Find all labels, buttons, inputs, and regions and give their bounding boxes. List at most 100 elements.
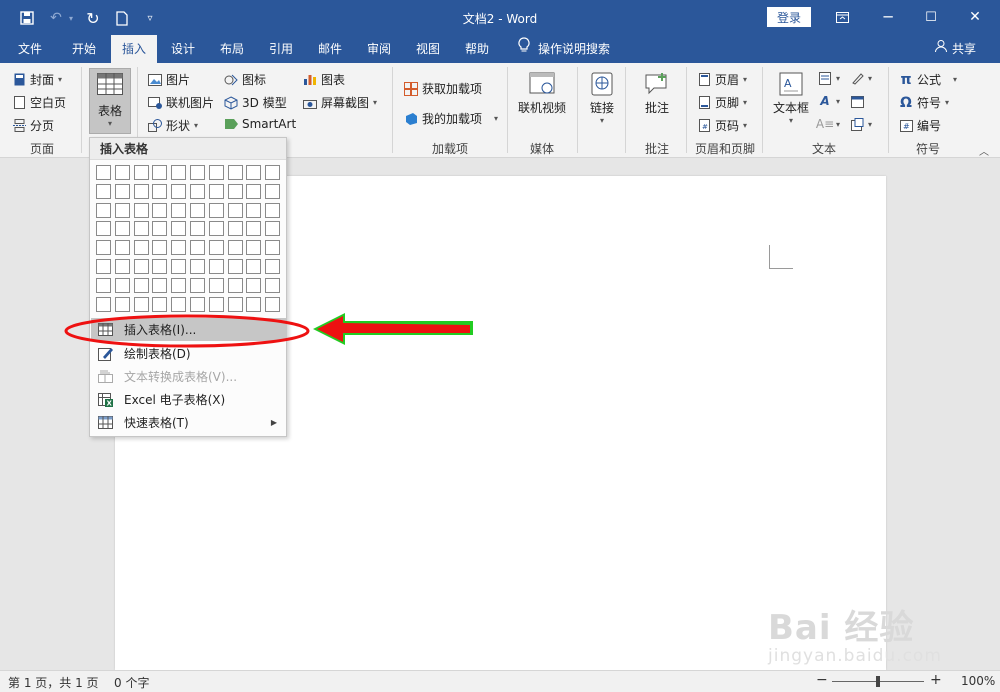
grid-cell[interactable]	[171, 259, 187, 274]
grid-cell[interactable]	[133, 277, 149, 293]
grid-cell[interactable]	[265, 183, 281, 199]
page-break-button[interactable]: 分页	[12, 117, 54, 134]
grid-cell[interactable]	[96, 240, 111, 256]
grid-cell[interactable]	[227, 221, 243, 237]
number-button[interactable]: # 编号	[899, 117, 941, 134]
grid-cell[interactable]	[171, 277, 187, 293]
grid-cell[interactable]	[265, 165, 281, 180]
tab-references[interactable]: 引用	[259, 35, 303, 63]
get-addins-button[interactable]: 获取加载项	[404, 80, 482, 97]
chart-button[interactable]: 图表	[303, 71, 345, 88]
grid-cell[interactable]	[208, 296, 224, 312]
shapes-button[interactable]: 形状 ▾	[148, 117, 198, 134]
grid-cell[interactable]	[227, 277, 243, 293]
ribbon-display-icon[interactable]	[830, 6, 854, 28]
grid-cell[interactable]	[190, 296, 205, 312]
grid-cell[interactable]	[133, 240, 149, 256]
undo-dropdown-icon[interactable]: ▾	[62, 9, 80, 27]
icons-button[interactable]: 图标	[224, 71, 266, 88]
insert-table-menu-item[interactable]: 插入表格(I)...	[91, 318, 287, 341]
save-icon[interactable]	[18, 9, 36, 27]
header-button[interactable]: 页眉 ▾	[697, 71, 747, 88]
grid-cell[interactable]	[152, 183, 168, 199]
grid-cell[interactable]	[114, 296, 130, 312]
excel-spreadsheet-menu-item[interactable]: X Excel 电子表格(X)	[91, 388, 287, 411]
minimize-button[interactable]: ─	[876, 6, 900, 28]
grid-cell[interactable]	[246, 296, 262, 312]
grid-cell[interactable]	[208, 240, 224, 256]
grid-cell[interactable]	[265, 259, 281, 274]
grid-cell[interactable]	[190, 240, 205, 256]
object-button[interactable]: ▾	[850, 117, 872, 131]
grid-cell[interactable]	[246, 259, 262, 274]
grid-cell[interactable]	[96, 202, 111, 218]
collapse-ribbon-icon[interactable]: ︿	[979, 143, 989, 158]
table-button[interactable]: 表格 ▾	[89, 68, 131, 134]
grid-cell[interactable]	[133, 202, 149, 218]
grid-cell[interactable]	[208, 202, 224, 218]
convert-text-to-table-menu-item[interactable]: 文本转换成表格(V)...	[91, 365, 287, 388]
grid-cell[interactable]	[96, 183, 111, 199]
grid-cell[interactable]	[114, 240, 130, 256]
redo-icon[interactable]: ↻	[84, 9, 102, 28]
equation-button[interactable]: π 公式 ▾	[899, 71, 957, 88]
grid-cell[interactable]	[96, 165, 111, 180]
zoom-level[interactable]: 100%	[961, 674, 995, 688]
tell-me-search[interactable]: 操作说明搜索	[518, 35, 610, 63]
grid-cell[interactable]	[227, 240, 243, 256]
tab-design[interactable]: 设计	[161, 35, 205, 63]
grid-cell[interactable]	[133, 221, 149, 237]
grid-cell[interactable]	[133, 165, 149, 180]
3d-models-button[interactable]: 3D 模型	[224, 94, 287, 111]
online-video-button[interactable]: 联机视频	[515, 71, 569, 116]
grid-cell[interactable]	[190, 165, 205, 180]
grid-cell[interactable]	[152, 221, 168, 237]
grid-cell[interactable]	[227, 183, 243, 199]
grid-cell[interactable]	[208, 165, 224, 180]
zoom-slider-thumb[interactable]	[876, 676, 880, 687]
tab-home[interactable]: 开始	[62, 35, 106, 63]
page-number-button[interactable]: # 页码 ▾	[697, 117, 747, 134]
grid-cell[interactable]	[152, 165, 168, 180]
grid-cell[interactable]	[265, 277, 281, 293]
grid-cell[interactable]	[133, 296, 149, 312]
quick-parts-button[interactable]: ▾	[818, 71, 840, 85]
drop-cap-button[interactable]: A≡ ▾	[816, 117, 840, 131]
comment-button[interactable]: 批注	[637, 71, 677, 116]
tab-mailings[interactable]: 邮件	[308, 35, 352, 63]
grid-cell[interactable]	[265, 296, 281, 312]
grid-cell[interactable]	[114, 202, 130, 218]
grid-cell[interactable]	[208, 183, 224, 199]
grid-cell[interactable]	[171, 165, 187, 180]
cover-page-button[interactable]: 封面 ▾	[12, 71, 62, 88]
word-count-status[interactable]: 0 个字	[114, 674, 149, 691]
grid-cell[interactable]	[208, 221, 224, 237]
grid-cell[interactable]	[96, 277, 111, 293]
draw-table-menu-item[interactable]: 绘制表格(D)	[91, 342, 287, 365]
tab-review[interactable]: 审阅	[357, 35, 401, 63]
screenshot-button[interactable]: 屏幕截图 ▾	[303, 94, 377, 111]
grid-cell[interactable]	[208, 259, 224, 274]
grid-cell[interactable]	[152, 277, 168, 293]
zoom-in-button[interactable]: +	[930, 672, 942, 688]
grid-cell[interactable]	[190, 259, 205, 274]
grid-cell[interactable]	[171, 183, 187, 199]
grid-cell[interactable]	[227, 165, 243, 180]
grid-cell[interactable]	[114, 277, 130, 293]
textbox-button[interactable]: A 文本框 ▾	[770, 71, 812, 125]
grid-cell[interactable]	[152, 202, 168, 218]
share-button[interactable]: 共享	[934, 35, 976, 63]
grid-cell[interactable]	[227, 202, 243, 218]
symbol-button[interactable]: Ω 符号 ▾	[899, 94, 949, 111]
zoom-out-button[interactable]: −	[816, 672, 828, 688]
login-button[interactable]: 登录	[767, 7, 811, 27]
grid-cell[interactable]	[171, 202, 187, 218]
grid-cell[interactable]	[246, 165, 262, 180]
date-time-button[interactable]	[850, 94, 864, 108]
grid-cell[interactable]	[114, 259, 130, 274]
wordart-button[interactable]: A ▾	[818, 94, 840, 108]
grid-cell[interactable]	[152, 240, 168, 256]
grid-cell[interactable]	[114, 221, 130, 237]
customize-qat-icon[interactable]: ▿	[141, 9, 159, 27]
close-button[interactable]: ✕	[963, 6, 987, 28]
